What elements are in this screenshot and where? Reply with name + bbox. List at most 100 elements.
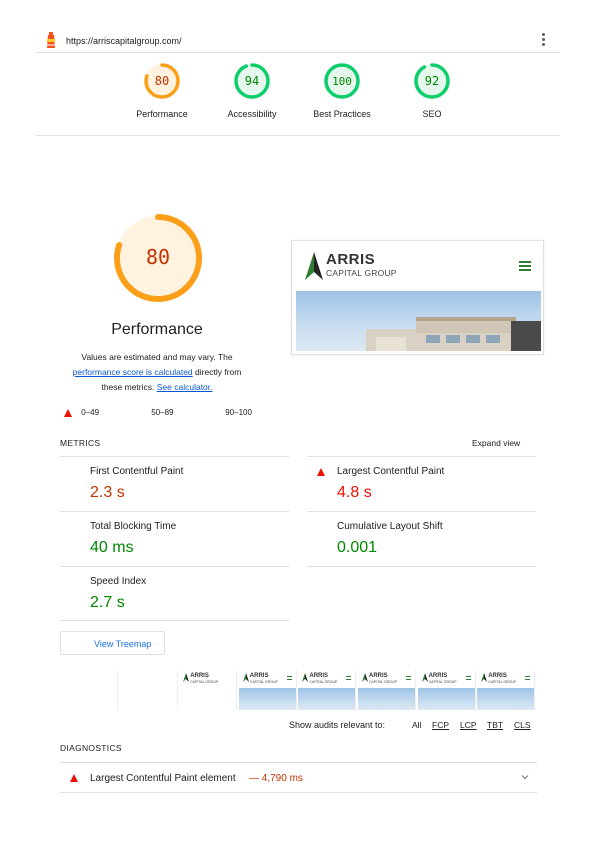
metric-speed-index: Speed Index 2.7 s bbox=[60, 566, 289, 621]
frame-tagline: CAPITAL GROUP bbox=[488, 680, 517, 684]
gauge-score: 94 bbox=[245, 74, 259, 88]
filmstrip-frame: ARRIS CAPITAL GROUP bbox=[179, 670, 238, 710]
fail-triangle-icon bbox=[70, 774, 78, 782]
filmstrip-frame: ARRIS CAPITAL GROUP bbox=[238, 670, 297, 710]
gauge-score: 100 bbox=[332, 75, 352, 88]
diagnostic-lcp-element[interactable]: Largest Contentful Paint element — 4,790… bbox=[60, 762, 537, 793]
filmstrip-frame: ARRIS CAPITAL GROUP bbox=[298, 670, 357, 710]
metric-name: Largest Contentful Paint bbox=[337, 466, 445, 477]
frame-brand: ARRIS bbox=[309, 673, 329, 679]
metrics-header: METRICS bbox=[60, 438, 101, 448]
gauge-label: Best Practices bbox=[313, 109, 371, 119]
frame-hero-image bbox=[477, 688, 535, 710]
fail-triangle-icon bbox=[64, 408, 72, 417]
hero-image bbox=[296, 291, 541, 351]
expand-view-toggle[interactable]: Expand view bbox=[472, 438, 520, 448]
frame-tagline: CAPITAL GROUP bbox=[428, 680, 457, 684]
hamburger-menu-icon bbox=[346, 676, 352, 680]
treemap-label: View Treemap bbox=[94, 639, 152, 649]
filmstrip-frame: ARRIS CAPITAL GROUP bbox=[477, 670, 536, 710]
frame-tagline: CAPITAL GROUP bbox=[249, 680, 278, 684]
see-calculator-link[interactable]: See calculator. bbox=[157, 382, 213, 392]
fail-triangle-icon bbox=[317, 468, 325, 476]
arris-logo-icon bbox=[481, 673, 488, 682]
frame-brand: ARRIS bbox=[249, 673, 269, 679]
final-screenshot[interactable]: ARRIS CAPITAL GROUP bbox=[291, 240, 544, 355]
frame-brand: ARRIS bbox=[190, 673, 209, 679]
metric-divider bbox=[307, 566, 536, 567]
frame-brand: ARRIS bbox=[488, 673, 507, 679]
gauge-score: 80 bbox=[155, 74, 169, 88]
filmstrip-frame bbox=[60, 670, 118, 710]
gauge-label: Accessibility bbox=[227, 109, 277, 119]
metric-value: 40 ms bbox=[90, 539, 134, 556]
frame-brand: ARRIS bbox=[428, 673, 448, 679]
diagnostic-value: — 4,790 ms bbox=[249, 773, 303, 784]
performance-description: Values are estimated and may vary. The p… bbox=[60, 350, 254, 395]
filter-all[interactable]: All bbox=[412, 720, 421, 730]
frame-hero-image bbox=[358, 688, 415, 710]
hamburger-menu-icon bbox=[286, 676, 292, 680]
score-gauge-icon: 80 bbox=[144, 63, 180, 99]
desc-text: Values are estimated and may vary. The bbox=[81, 352, 233, 362]
metric-value: 2.3 s bbox=[90, 484, 125, 501]
filter-fcp[interactable]: FCP bbox=[432, 720, 449, 730]
frame-hero-image bbox=[298, 688, 356, 710]
performance-title: Performance bbox=[111, 321, 203, 338]
report-url[interactable]: https://arriscapitalgroup.com/ bbox=[66, 36, 182, 46]
legend-pass: 90–100 bbox=[214, 408, 252, 418]
filter-label: Show audits relevant to: bbox=[289, 720, 386, 730]
legend-range: 50–89 bbox=[151, 408, 174, 417]
gauge-best-practices[interactable]: 100 Best Practices bbox=[297, 62, 387, 119]
performance-score-gauge: 80 bbox=[114, 214, 202, 302]
metric-value: 4.8 s bbox=[337, 484, 372, 501]
arris-logo-icon bbox=[305, 252, 323, 280]
building-image bbox=[366, 317, 541, 351]
hamburger-menu-icon bbox=[519, 261, 531, 271]
legend-fail: 0–49 bbox=[64, 408, 99, 418]
gauge-seo[interactable]: 92 SEO bbox=[387, 62, 477, 119]
frame-tagline: CAPITAL GROUP bbox=[369, 680, 398, 684]
hamburger-menu-icon bbox=[525, 676, 531, 680]
metric-value: 2.7 s bbox=[90, 594, 125, 611]
filmstrip: ARRIS CAPITAL GROUP ARRIS CAPITAL GROUP ARRI… bbox=[60, 670, 537, 710]
filter-tbt[interactable]: TBT bbox=[487, 720, 503, 730]
legend-average: 50–89 bbox=[140, 408, 173, 418]
hamburger-menu-icon bbox=[465, 676, 471, 680]
diagnostics-header: DIAGNOSTICS bbox=[60, 743, 122, 753]
brand-name: ARRIS bbox=[326, 251, 376, 268]
chevron-down-icon[interactable] bbox=[521, 773, 529, 781]
frame-tagline: CAPITAL GROUP bbox=[309, 680, 338, 684]
gauge-label: SEO bbox=[422, 109, 442, 119]
filmstrip-frame: ARRIS CAPITAL GROUP bbox=[417, 670, 476, 710]
score-gauge-icon: 92 bbox=[414, 63, 450, 99]
audit-filter: Show audits relevant to: All FCP LCP TBT… bbox=[289, 720, 531, 730]
gauge-score: 92 bbox=[425, 74, 439, 88]
score-gauge-icon: 100 bbox=[324, 63, 360, 99]
frame-hero-image bbox=[417, 688, 475, 710]
filter-lcp[interactable]: LCP bbox=[460, 720, 477, 730]
metric-cls: Cumulative Layout Shift 0.001 bbox=[307, 511, 536, 566]
filmstrip-frame bbox=[119, 670, 178, 710]
arris-logo-icon bbox=[362, 673, 368, 682]
arris-logo-icon bbox=[242, 673, 249, 682]
desc-text: directly from bbox=[195, 367, 242, 377]
view-treemap-button[interactable]: View Treemap bbox=[60, 631, 165, 655]
metric-fcp: First Contentful Paint 2.3 s bbox=[60, 456, 289, 511]
gauge-accessibility[interactable]: 94 Accessibility bbox=[207, 62, 297, 119]
score-calculated-link[interactable]: performance score is calculated bbox=[73, 367, 193, 377]
diagnostic-name: Largest Contentful Paint element bbox=[90, 773, 236, 784]
metric-name: First Contentful Paint bbox=[90, 466, 184, 477]
metric-name: Speed Index bbox=[90, 576, 147, 587]
filmstrip-frame: ARRIS CAPITAL GROUP bbox=[358, 670, 416, 710]
filter-cls[interactable]: CLS bbox=[514, 720, 531, 730]
brand-tagline: CAPITAL GROUP bbox=[326, 268, 397, 278]
metric-name: Cumulative Layout Shift bbox=[337, 521, 443, 532]
gauge-performance[interactable]: 80 Performance bbox=[117, 62, 207, 119]
more-vert-icon[interactable] bbox=[540, 33, 546, 47]
arris-logo-icon bbox=[302, 673, 309, 682]
report-topbar: https://arriscapitalgroup.com/ bbox=[36, 28, 560, 53]
metric-value: 0.001 bbox=[337, 539, 378, 556]
frame-hero-image bbox=[238, 688, 296, 710]
category-summary: 80 Performance 94 Accessibility 100 Best… bbox=[36, 54, 560, 136]
